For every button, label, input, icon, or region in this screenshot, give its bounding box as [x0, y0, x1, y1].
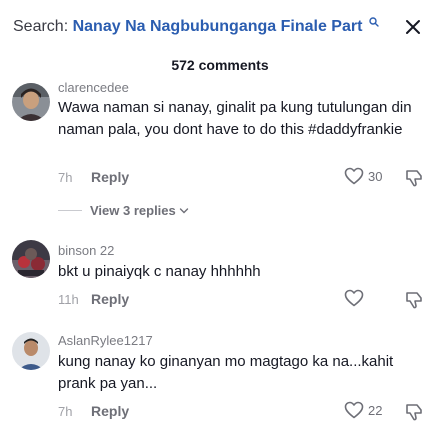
- like-count: 30: [368, 168, 383, 184]
- reply-button[interactable]: Reply: [91, 291, 129, 307]
- view-replies-button[interactable]: View 3 replies: [58, 203, 189, 218]
- search-query[interactable]: Nanay Na Nagbubunganga Finale Part: [73, 18, 363, 35]
- thumbs-down-icon: [406, 292, 422, 309]
- thumbs-down-icon: [406, 170, 422, 187]
- dislike-button[interactable]: [404, 168, 424, 193]
- reply-button[interactable]: Reply: [91, 403, 129, 419]
- comment-username[interactable]: clarencedee: [58, 80, 129, 95]
- comment-count: 572 comments: [171, 57, 269, 73]
- comment-text: Wawa naman si nanay, ginalit pa kung tut…: [58, 99, 412, 138]
- replies-divider: [58, 210, 82, 211]
- like-count: 22: [368, 402, 383, 418]
- comment-time: 7h: [58, 170, 73, 185]
- heart-outline-icon: [344, 289, 364, 307]
- dislike-button[interactable]: [404, 402, 424, 427]
- chevron-down-icon: [179, 207, 188, 213]
- avatar[interactable]: [12, 83, 50, 121]
- like-button[interactable]: [344, 289, 368, 307]
- comment-time: 7h: [58, 404, 73, 419]
- like-button[interactable]: 22: [344, 401, 382, 419]
- heart-outline-icon: [344, 401, 364, 419]
- thumbs-down-icon: [406, 404, 422, 421]
- close-button[interactable]: [400, 14, 426, 40]
- like-button[interactable]: 30: [344, 167, 382, 185]
- comment-username[interactable]: AslanRylee1217: [58, 333, 153, 348]
- avatar[interactable]: [12, 332, 50, 370]
- comment-username[interactable]: binson 22: [58, 243, 114, 258]
- view-replies-label: View 3 replies: [90, 203, 176, 218]
- reply-button[interactable]: Reply: [91, 169, 129, 185]
- heart-outline-icon: [344, 167, 364, 185]
- close-icon: [406, 20, 420, 34]
- dislike-button[interactable]: [404, 290, 424, 315]
- search-icon[interactable]: [369, 17, 379, 27]
- comment-text: kung nanay ko ginanyan mo magtago ka na.…: [58, 353, 394, 392]
- search-query-text[interactable]: Search: Nanay Na Nagbubunganga Finale Pa…: [13, 17, 379, 36]
- avatar[interactable]: [12, 240, 50, 278]
- search-prefix: Search:: [13, 18, 69, 35]
- comment-time: 11h: [58, 292, 79, 307]
- comment-text: bkt u pinaiyqk c nanay hhhhhh: [58, 263, 261, 280]
- search-bar[interactable]: Search: Nanay Na Nagbubunganga Finale Pa…: [0, 0, 440, 52]
